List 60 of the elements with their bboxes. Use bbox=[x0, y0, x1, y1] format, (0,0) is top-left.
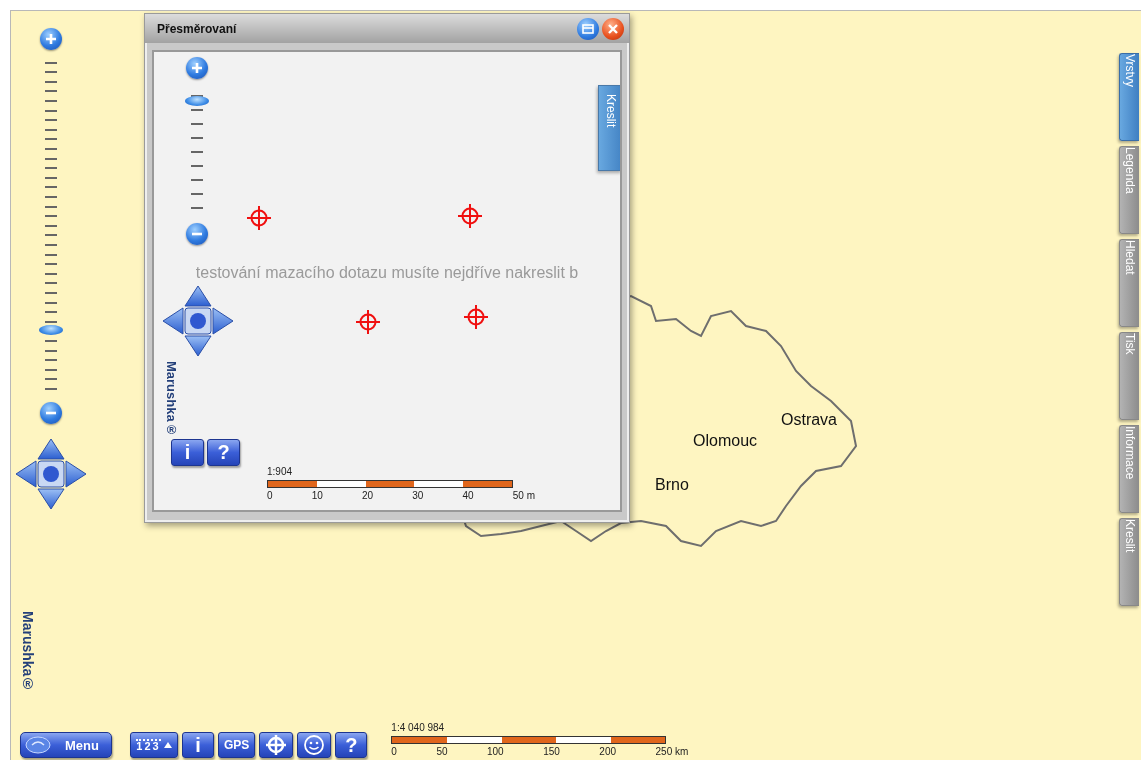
window-icon bbox=[582, 23, 594, 34]
scale-label: 10 bbox=[311, 490, 323, 501]
side-tab[interactable]: Informace bbox=[1119, 425, 1139, 513]
gps-button[interactable]: GPS bbox=[218, 732, 256, 758]
window-title: Přesměrovaní bbox=[157, 21, 238, 36]
smiley-icon bbox=[303, 734, 326, 756]
scale-label: 200 bbox=[599, 746, 617, 757]
scale-ratio: 1:4 040 984 bbox=[391, 722, 446, 733]
target-marker-icon bbox=[247, 206, 271, 230]
drawing-tab[interactable]: Kreslit bbox=[598, 85, 620, 171]
scale-label: 40 bbox=[462, 490, 474, 501]
pan-control[interactable] bbox=[161, 284, 235, 358]
city-label: Ostrava bbox=[781, 411, 837, 429]
scale-ratio: 1:904 bbox=[267, 466, 294, 477]
scale-label: 0 bbox=[391, 746, 397, 757]
smiley-button[interactable] bbox=[297, 732, 332, 758]
scale-label: 150 bbox=[543, 746, 560, 757]
scale-label: 50 bbox=[436, 746, 448, 757]
side-tab[interactable]: Kreslit bbox=[1119, 518, 1139, 606]
help-button[interactable]: ? bbox=[335, 732, 368, 758]
scale-label: 50 m bbox=[512, 490, 535, 501]
menu-button[interactable]: Menu bbox=[20, 732, 112, 758]
city-label: Brno bbox=[655, 476, 689, 494]
target-marker-icon bbox=[356, 310, 380, 334]
logo-text: Marushka® bbox=[20, 611, 36, 693]
scale-label: 100 bbox=[487, 746, 504, 757]
slider-thumb[interactable] bbox=[39, 324, 63, 335]
scale-label: 20 bbox=[361, 490, 374, 501]
slider-thumb[interactable] bbox=[185, 95, 209, 106]
side-tab[interactable]: Hledat bbox=[1119, 239, 1139, 327]
side-tab[interactable]: Legenda bbox=[1119, 146, 1139, 234]
info-button[interactable]: i bbox=[182, 732, 214, 758]
caret-icon bbox=[163, 742, 172, 748]
target-marker-icon bbox=[458, 204, 482, 228]
logo-text: Marushka® bbox=[164, 361, 179, 437]
zoom-out-button[interactable] bbox=[40, 402, 62, 424]
close-button[interactable] bbox=[602, 17, 624, 40]
plus-icon bbox=[191, 62, 203, 74]
ruler-button[interactable]: 123 bbox=[130, 732, 178, 758]
city-label: Olomouc bbox=[693, 432, 758, 450]
help-button[interactable]: ? bbox=[207, 438, 240, 466]
close-icon bbox=[608, 23, 618, 34]
target-button[interactable] bbox=[259, 732, 294, 758]
scale-label: 0 bbox=[267, 490, 273, 501]
globe-icon bbox=[25, 736, 51, 754]
scale-label: 30 bbox=[412, 490, 424, 501]
info-button[interactable]: i bbox=[171, 438, 204, 466]
plus-icon bbox=[45, 33, 57, 45]
side-tab[interactable]: Tisk bbox=[1119, 332, 1139, 420]
zoom-in-button[interactable] bbox=[186, 57, 208, 79]
target-marker-icon bbox=[464, 305, 488, 329]
zoom-in-button[interactable] bbox=[40, 28, 62, 50]
crosshair-icon bbox=[265, 734, 288, 756]
ruler-label: 123 bbox=[136, 738, 161, 752]
side-tab[interactable]: Vrstvy bbox=[1119, 53, 1139, 141]
zoom-out-button[interactable] bbox=[186, 223, 208, 245]
scale-label: 250 km bbox=[655, 746, 689, 757]
restore-button[interactable] bbox=[577, 17, 599, 40]
pan-control[interactable] bbox=[14, 437, 88, 511]
status-message: testování mazacího dotazu musíte nejdříve nakreslit b bbox=[194, 264, 580, 282]
